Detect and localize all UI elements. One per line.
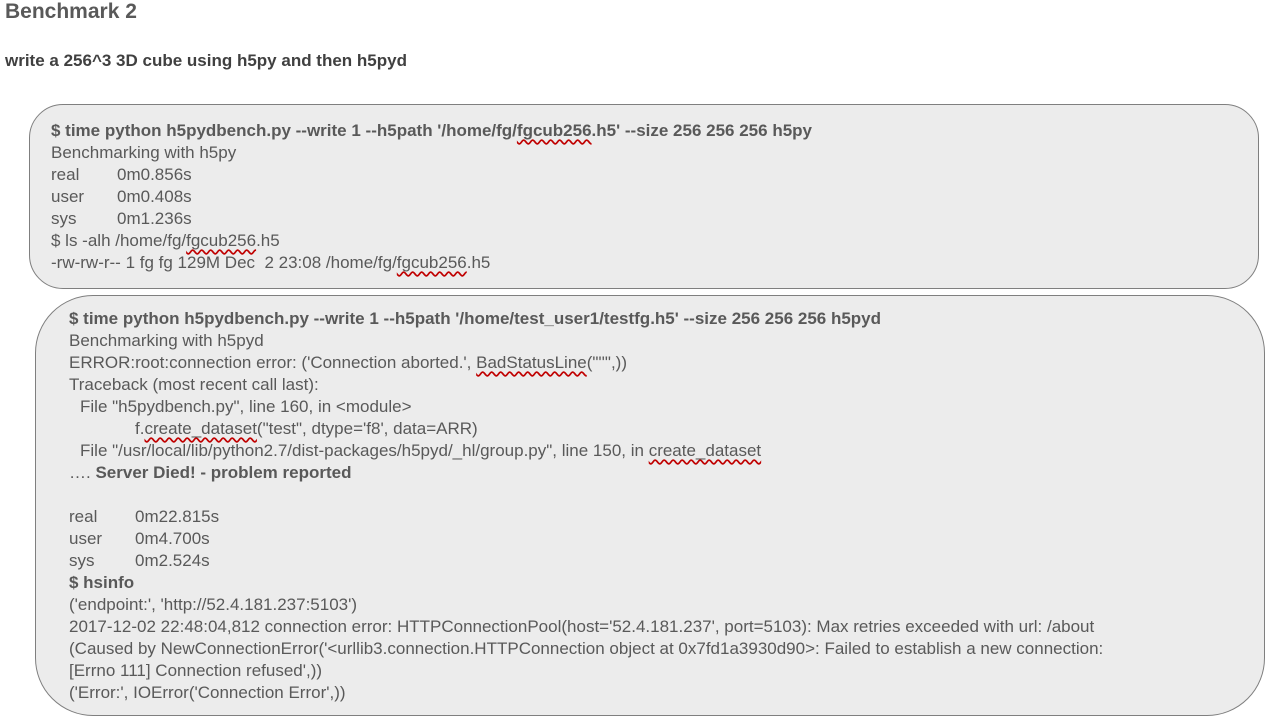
timing-value: 0m0.408s <box>117 187 192 206</box>
ls-output-text: -rw-rw-r-- 1 fg fg 129M Dec 2 23:08 /hom… <box>51 253 397 272</box>
h5py-terminal-output: $ time python h5pydbench.py --write 1 --… <box>51 120 812 274</box>
hsinfo-output-line: ('endpoint:', 'http://52.4.181.237:5103'… <box>69 595 358 614</box>
command-text: $ time python h5pydbench.py --write 1 --… <box>51 121 517 140</box>
timing-label: real <box>69 507 98 526</box>
timing-value: 0m2.524s <box>135 551 210 570</box>
hsinfo-command-line: $ hsinfo <box>69 573 135 592</box>
h5pyd-command-line: $ time python h5pydbench.py --write 1 --… <box>69 309 882 328</box>
timing-sys: sys 0m2.524s <box>69 550 1103 572</box>
command-text: .h5' --size 256 256 256 h5py <box>591 121 812 140</box>
spellcheck-word: fgcub256 <box>186 231 257 250</box>
traceback-file-line: File "/usr/local/lib/python2.7/dist-pack… <box>69 440 1103 462</box>
spellcheck-word: create_dataset <box>144 419 257 438</box>
timing-real: real 0m22.815s <box>69 506 1103 528</box>
server-died-note: Server Died! - problem reported <box>95 463 352 482</box>
h5py-command-line: $ time python h5pydbench.py --write 1 --… <box>51 120 812 142</box>
spellcheck-word: fgcub256 <box>516 121 592 140</box>
timing-value: 0m1.236s <box>117 209 192 228</box>
timing-label: user <box>51 187 85 206</box>
h5pyd-terminal-box: $ time python h5pydbench.py --write 1 --… <box>35 295 1265 716</box>
error-text: ("''",)) <box>586 353 628 372</box>
timing-value: 0m4.700s <box>135 529 210 548</box>
traceback-line: Traceback (most recent call last): <box>69 375 319 394</box>
error-line: ERROR:root:connection error: ('Connectio… <box>69 352 1103 374</box>
timing-label: sys <box>69 551 95 570</box>
file-text: File "/usr/local/lib/python2.7/dist-pack… <box>80 441 649 460</box>
traceback-file-line: File "h5pydbench.py", line 160, in <modu… <box>80 397 412 416</box>
server-died-line: …. Server Died! - problem reported <box>69 462 1103 484</box>
page-title: Benchmark 2 <box>5 0 137 23</box>
hsinfo-output-line: 2017-12-02 22:48:04,812 connection error… <box>69 617 1095 636</box>
timing-sys: sys 0m1.236s <box>51 208 812 230</box>
hsinfo-output-line: (Caused by NewConnectionError('<urllib3.… <box>69 639 1104 658</box>
timing-value: 0m0.856s <box>117 165 192 184</box>
timing-real: real 0m0.856s <box>51 164 812 186</box>
error-text: ERROR:root:connection error: ('Connectio… <box>69 353 477 372</box>
spellcheck-word: BadStatusLine <box>476 353 587 372</box>
page-subtitle: write a 256^3 3D cube using h5py and the… <box>5 51 407 70</box>
ellipsis-text: …. <box>69 463 96 482</box>
h5pyd-terminal-output: $ time python h5pydbench.py --write 1 --… <box>69 308 1103 704</box>
ls-output-line: -rw-rw-r-- 1 fg fg 129M Dec 2 23:08 /hom… <box>51 252 812 274</box>
timing-user: user 0m4.700s <box>69 528 1103 550</box>
timing-label: user <box>69 529 103 548</box>
ls-text: $ ls -alh /home/fg/ <box>51 231 187 250</box>
timing-label: sys <box>51 209 77 228</box>
ls-text: .h5 <box>256 231 280 250</box>
timing-value: 0m22.815s <box>135 507 220 526</box>
ls-command-line: $ ls -alh /home/fg/fgcub256.h5 <box>51 230 812 252</box>
benchmarking-line: Benchmarking with h5py <box>51 143 237 162</box>
timing-label: real <box>51 165 80 184</box>
spellcheck-word: fgcub256 <box>396 253 467 272</box>
code-text: ("test", dtype='f8', data=ARR) <box>256 419 478 438</box>
ls-output-text: .h5 <box>466 253 491 272</box>
hsinfo-output-line: ('Error:', IOError('Connection Error',)) <box>69 683 346 702</box>
hsinfo-output-line: [Errno 111] Connection refused',)) <box>69 661 323 680</box>
benchmarking-line: Benchmarking with h5pyd <box>69 331 264 350</box>
h5py-terminal-box: $ time python h5pydbench.py --write 1 --… <box>29 104 1259 289</box>
timing-user: user 0m0.408s <box>51 186 812 208</box>
spellcheck-word: create_dataset <box>648 441 762 460</box>
traceback-code-line: f.create_dataset("test", dtype='f8', dat… <box>69 418 1103 440</box>
